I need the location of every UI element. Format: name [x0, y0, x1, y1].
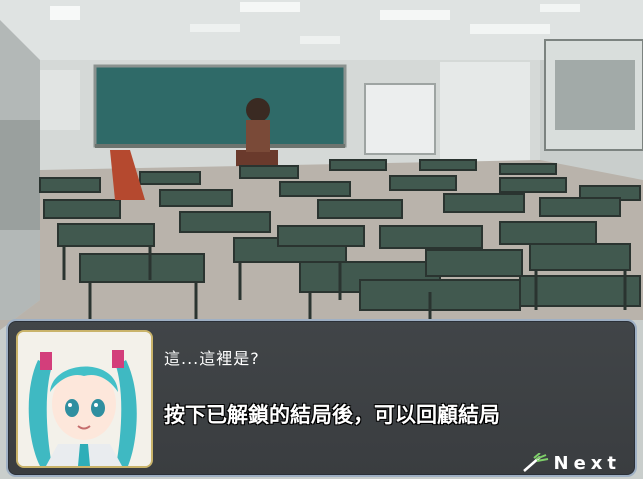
game-scene: 這...這裡是? 按下已解鎖的結局後，可以回顧結局 Next [0, 0, 643, 479]
character-portrait [16, 330, 153, 468]
hint-text: 按下已解鎖的結局後，可以回顧結局 [164, 403, 500, 427]
dialogue-text: 這...這裡是? [164, 349, 260, 368]
dialog-box: 這...這裡是? 按下已解鎖的結局後，可以回顧結局 Next [6, 319, 637, 477]
leek-icon [522, 452, 550, 473]
next-button[interactable]: Next [522, 451, 622, 475]
next-label: Next [553, 452, 621, 474]
